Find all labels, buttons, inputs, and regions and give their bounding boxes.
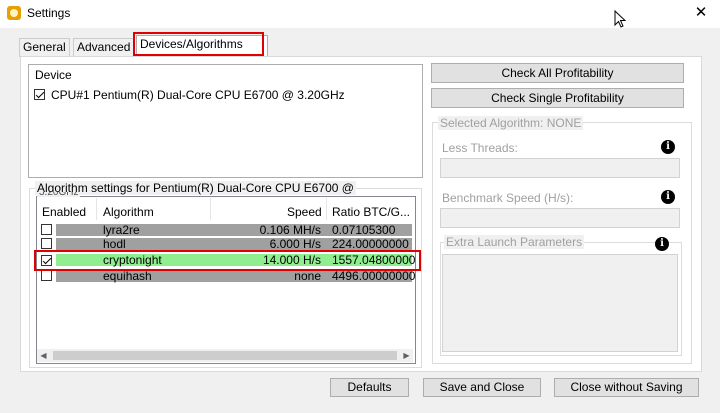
mouse-cursor-icon [614,10,626,28]
row-enabled-checkbox[interactable] [41,238,52,249]
device-header: Device [35,68,72,82]
algorithm-group-label: Algorithm settings for Pentium(R) Dual-C… [35,181,356,195]
less-threads-input[interactable] [440,158,680,178]
column-divider[interactable] [326,198,327,220]
benchmark-speed-label: Benchmark Speed (H/s): [442,191,574,205]
column-header-ratio[interactable]: Ratio BTC/G... [332,205,410,219]
column-header-enabled[interactable]: Enabled [42,205,86,219]
app-icon [7,6,21,20]
algorithm-name: lyra2re [103,223,140,237]
title-bar: Settings ✕ [0,0,720,28]
extra-launch-parameters-input[interactable] [442,254,678,352]
algorithm-name: cryptonight [103,253,162,267]
scroll-left-icon[interactable]: ◀ [37,349,50,362]
horizontal-scrollbar[interactable]: ◀ ▶ [37,349,413,362]
table-row[interactable]: equihash none 4496.00000000 [56,269,416,283]
info-icon[interactable]: i [655,237,669,251]
column-header-speed[interactable]: Speed [287,205,322,219]
row-enabled-checkbox[interactable] [41,270,52,281]
algorithm-speed: 0.106 MH/s [259,223,321,237]
algorithm-group-label-overflow: 3.20GHz [37,192,81,197]
algorithm-name: hodl [103,237,126,251]
algorithm-ratio: 4496.00000000 [332,269,416,283]
less-threads-label: Less Threads: [442,141,518,155]
scroll-thumb[interactable] [53,351,397,360]
check-single-profitability-button[interactable]: Check Single Profitability [431,88,684,108]
column-divider[interactable] [210,198,211,220]
row-enabled-checkbox[interactable] [41,224,52,235]
defaults-button[interactable]: Defaults [330,378,409,397]
row-enabled-checkbox[interactable] [41,255,52,266]
check-all-profitability-button[interactable]: Check All Profitability [431,63,684,83]
close-window-button[interactable]: ✕ [682,0,720,26]
column-header-algorithm[interactable]: Algorithm [103,205,154,219]
selected-algorithm-label: Selected Algorithm: NONE [438,116,584,130]
algorithm-name: equihash [103,269,152,283]
algorithm-ratio: 1557.04800000 [332,253,416,267]
benchmark-speed-input[interactable] [440,208,680,228]
info-icon[interactable]: i [661,190,675,204]
algorithm-ratio: 0.07105300 [332,223,396,237]
close-without-saving-button[interactable]: Close without Saving [554,378,699,397]
tab-devices-algorithms[interactable]: Devices/Algorithms [136,35,268,57]
tab-advanced[interactable]: Advanced [73,38,135,57]
table-row-selected[interactable]: cryptonight 14.000 H/s 1557.04800000 [56,253,416,267]
table-row[interactable]: lyra2re 0.106 MH/s 0.07105300 [56,224,412,236]
device-name: CPU#1 Pentium(R) Dual-Core CPU E6700 @ 3… [51,88,345,102]
window-title: Settings [27,6,71,20]
extra-launch-parameters-label: Extra Launch Parameters [444,235,585,249]
algorithm-ratio: 224.00000000 [332,237,409,251]
device-list[interactable] [28,64,423,178]
column-divider[interactable] [96,198,97,220]
table-row[interactable]: hodl 6.000 H/s 224.00000000 [56,238,412,250]
save-and-close-button[interactable]: Save and Close [423,378,541,397]
device-checkbox[interactable] [34,89,45,100]
algorithm-speed: 6.000 H/s [269,237,321,251]
algorithm-speed: none [294,269,321,283]
scroll-right-icon[interactable]: ▶ [400,349,413,362]
info-icon[interactable]: i [661,140,675,154]
algorithm-speed: 14.000 H/s [262,253,321,267]
tab-general[interactable]: General [19,38,70,57]
